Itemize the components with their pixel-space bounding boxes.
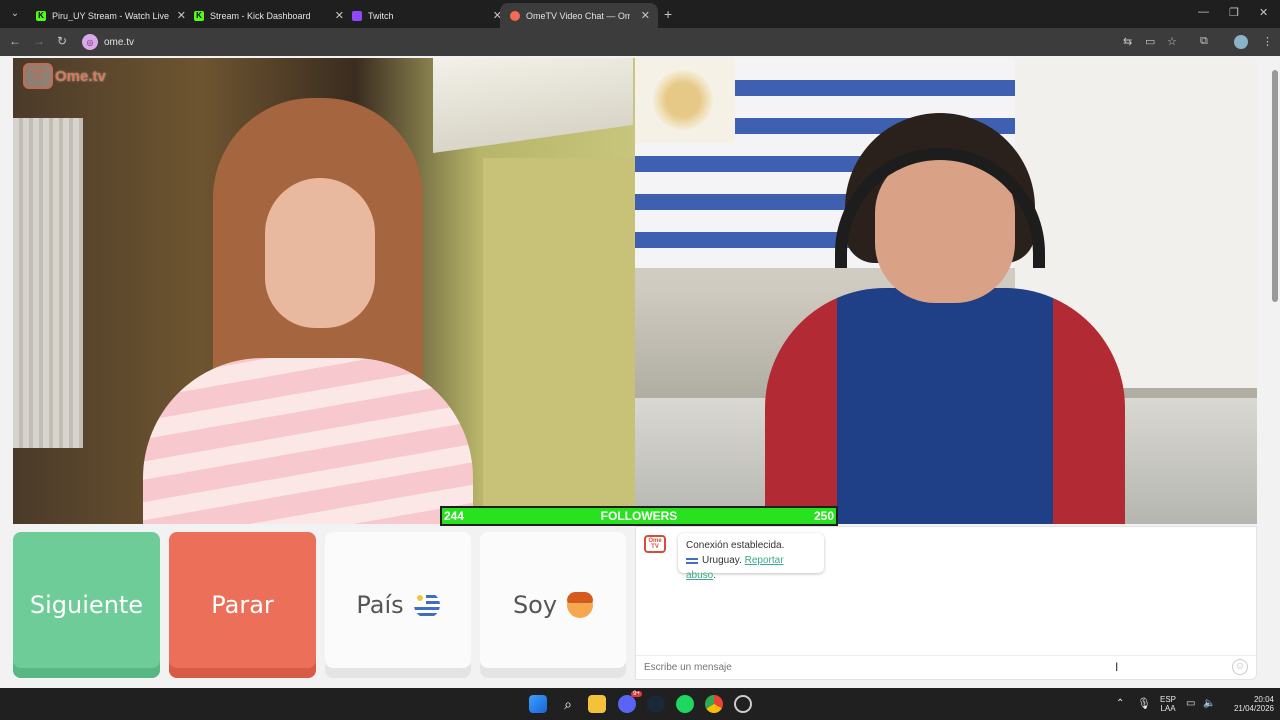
discord-icon[interactable]: 9+ <box>618 691 642 713</box>
ometv-page: Ome TV Ome.tv 244 FOLLOWERS 250 Siguient… <box>0 56 1280 688</box>
twitch-icon <box>352 10 362 21</box>
back-icon[interactable]: ← <box>9 34 21 48</box>
country-filter-button[interactable]: País <box>325 532 471 678</box>
scroll-thumb[interactable] <box>1272 70 1278 302</box>
clock[interactable]: 20:04 21/04/2026 <box>1224 695 1274 713</box>
ometv-icon <box>510 10 520 21</box>
menu-icon[interactable]: ⋮ <box>1262 35 1273 48</box>
tab-title: Twitch <box>368 10 394 21</box>
chrome-icon[interactable] <box>705 695 723 713</box>
omnibox[interactable]: ◎ ome.tv <box>78 31 1113 53</box>
forward-icon[interactable]: → <box>33 34 45 48</box>
next-button[interactable]: Siguiente <box>13 532 160 678</box>
microphone-icon[interactable]: 🎙 <box>1137 695 1151 713</box>
person-face <box>265 178 375 328</box>
uruguay-flag-icon <box>413 592 440 618</box>
text-cursor-icon: I <box>1115 660 1119 674</box>
person-body <box>765 288 1125 524</box>
tab-kick-dashboard[interactable]: K Stream - Kick Dashboard ✕ <box>184 3 352 28</box>
message-input-row: I ☺ <box>636 655 1256 679</box>
tab-search-icon[interactable]: ⌄ <box>6 5 24 23</box>
windows-start-icon[interactable] <box>529 695 547 713</box>
person-body <box>143 358 473 524</box>
ometv-logo-text: Ome.tv <box>55 67 106 85</box>
kick-icon: K <box>194 10 204 21</box>
search-icon[interactable]: ⌕ <box>559 695 577 713</box>
scrollbar[interactable] <box>1270 56 1280 688</box>
curtain <box>13 118 83 448</box>
tab-title: OmeTV Video Chat — Ome <box>526 10 630 21</box>
local-video <box>635 58 1257 524</box>
ometv-chat-icon: Ome TV <box>644 535 666 553</box>
boy-emoji-icon <box>567 592 594 618</box>
followers-goal: 250 <box>813 509 834 523</box>
shelf <box>433 58 633 154</box>
tab-ometv[interactable]: OmeTV Video Chat — Ome ✕ <box>500 3 658 28</box>
site-info-icon[interactable]: ◎ <box>82 34 98 50</box>
network-icon[interactable]: ▭ <box>1186 695 1195 713</box>
spotify-icon[interactable] <box>676 695 694 713</box>
volume-icon[interactable]: 🔈 <box>1203 695 1215 713</box>
message-input[interactable] <box>636 656 1196 678</box>
obs-icon[interactable] <box>734 695 752 713</box>
address-bar: ← → ↻ ◎ ome.tv ⇆ ▭ ☆ ⧉ ⋮ <box>0 28 1280 56</box>
profile-avatar[interactable] <box>1234 35 1248 49</box>
minimize-icon[interactable]: — <box>1198 6 1209 18</box>
wall <box>483 158 635 524</box>
translate-icon[interactable]: ⇆ <box>1123 35 1132 48</box>
tray-overflow-icon[interactable]: ⌃ <box>1116 695 1124 713</box>
kick-icon: K <box>36 10 46 21</box>
sun-of-may <box>653 70 713 130</box>
cast-icon[interactable]: ▭ <box>1145 35 1155 48</box>
tab-bar: ⌄ K Piru_UY Stream - Watch Live on ✕ K S… <box>0 0 1280 28</box>
tab-title: Piru_UY Stream - Watch Live on <box>52 10 170 21</box>
restore-icon[interactable]: ❐ <box>1229 6 1239 19</box>
language-indicator[interactable]: ESP LAA <box>1158 695 1178 713</box>
remote-video: Ome TV Ome.tv <box>13 58 635 524</box>
followers-goal-bar: 244 FOLLOWERS 250 <box>440 506 838 526</box>
tab-title: Stream - Kick Dashboard <box>210 10 311 21</box>
stranger-country: Uruguay. Reportar abuso. <box>686 555 784 581</box>
ometv-logo-box: Ome TV <box>23 63 53 89</box>
stop-button[interactable]: Parar <box>169 532 316 678</box>
emoji-icon[interactable]: ☺ <box>1232 659 1248 675</box>
chat-panel: Ome TV Conexión establecida. Uruguay. Rep… <box>635 526 1257 680</box>
reload-icon[interactable]: ↻ <box>57 34 67 48</box>
close-window-icon[interactable]: ✕ <box>1259 6 1268 19</box>
new-tab-icon[interactable]: + <box>664 6 672 22</box>
tab-twitch[interactable]: Twitch ✕ <box>342 3 510 28</box>
bookmark-star-icon[interactable]: ☆ <box>1167 35 1177 48</box>
ometv-logo: Ome TV Ome.tv <box>23 63 106 89</box>
tab-piru-stream[interactable]: K Piru_UY Stream - Watch Live on ✕ <box>26 3 194 28</box>
gender-button[interactable]: Soy <box>480 532 626 678</box>
followers-label: FOLLOWERS <box>600 509 678 523</box>
connection-status: Conexión establecida. <box>686 540 785 551</box>
close-icon[interactable]: ✕ <box>641 9 650 22</box>
steam-icon[interactable] <box>647 695 665 713</box>
uruguay-flag-icon <box>686 555 698 565</box>
system-message: Conexión establecida. Uruguay. Reportar … <box>678 533 824 581</box>
extensions-icon[interactable]: ⧉ <box>1200 35 1208 48</box>
flag-canton <box>635 58 735 143</box>
taskbar: ⌕ 9+ ⌃ 🎙 ESP LAA ▭ 🔈 20:04 21/04/2026 <box>0 688 1280 720</box>
file-explorer-icon[interactable] <box>588 695 606 713</box>
discord-badge: 9+ <box>631 691 642 697</box>
url-text[interactable]: ome.tv <box>104 37 134 48</box>
